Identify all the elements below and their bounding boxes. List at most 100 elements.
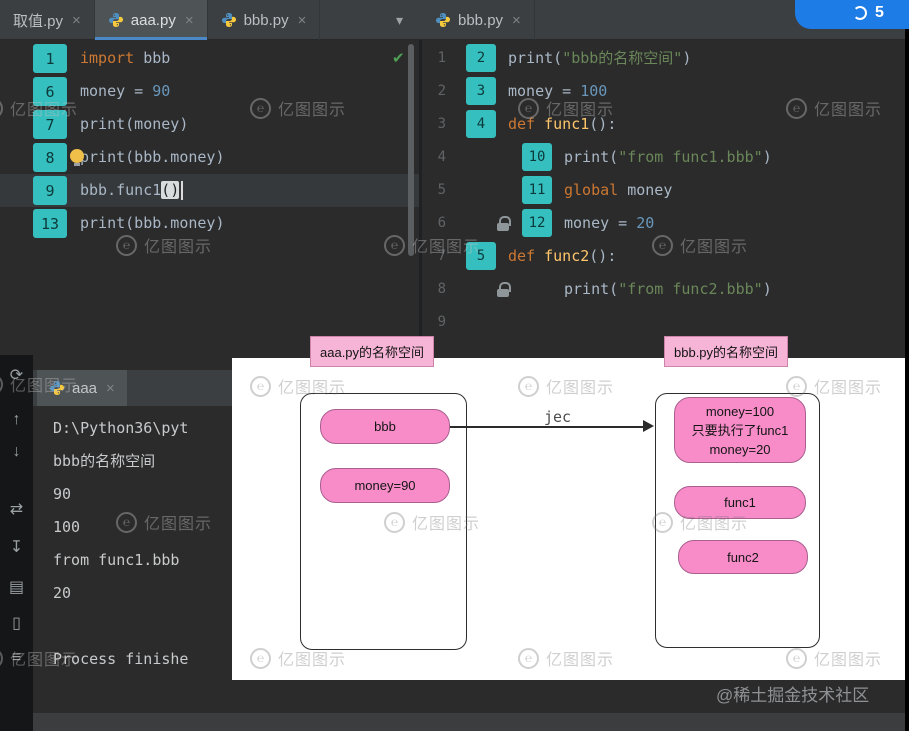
code-token: print(	[564, 280, 619, 298]
soft-wrap-icon[interactable]: ⇄	[0, 500, 33, 520]
code-line[interactable]: 2 3 money = 100	[422, 75, 905, 108]
execution-order-badge: 1	[33, 44, 67, 73]
line-number[interactable]: 8	[422, 273, 446, 306]
right-pane-tabs: bbb.py ×	[422, 0, 535, 40]
recorder-icon	[853, 6, 867, 20]
code-text: print("bbb的名称空间")	[508, 42, 691, 75]
code-line[interactable]: 1 import bbb ✔	[0, 42, 419, 75]
code-line[interactable]: 8 print("from func2.bbb")	[422, 273, 905, 306]
execution-order-badge: 13	[33, 209, 67, 238]
code-token: ():	[589, 247, 617, 265]
line-number[interactable]: 1	[422, 42, 446, 75]
execution-order-badge: 8	[33, 143, 67, 172]
code-token: )	[762, 148, 772, 166]
tab-close-icon[interactable]: ×	[185, 12, 194, 29]
node-text: func2	[727, 549, 759, 565]
code-token: ():	[589, 115, 617, 133]
line-number[interactable]: 6	[422, 207, 446, 240]
code-line[interactable]: 3 4 def func1():	[422, 108, 905, 141]
line-number[interactable]: 9	[422, 306, 446, 339]
code-line[interactable]: 7 5 def func2():	[422, 240, 905, 273]
editor-scrollbar[interactable]	[408, 44, 414, 256]
editor-tab[interactable]: bbb.py ×	[422, 0, 535, 40]
execution-order-badge: 12	[522, 209, 552, 237]
tab-close-icon[interactable]: ×	[512, 12, 521, 29]
node-func2: func2	[678, 540, 808, 574]
code-token: 100	[580, 82, 608, 100]
node-text: money=90	[354, 478, 416, 493]
recorder-count: 5	[875, 4, 884, 21]
code-text: print(bbb.money)	[80, 207, 225, 240]
code-token: money =	[80, 82, 153, 100]
tab-close-icon[interactable]: ×	[72, 12, 81, 29]
clear-icon[interactable]: ▯	[0, 614, 33, 634]
credit-text: @稀土掘金技术社区	[716, 686, 870, 705]
python-icon	[435, 12, 451, 28]
namespace-diagram: jec bbb money=90 money=100 只要执行了func1 money=…	[232, 358, 905, 680]
ide-window: 取值.py × aaa.py × bbb.py × ▾ bbb.py × 1 import b…	[0, 0, 909, 731]
execution-order-badge: 3	[466, 77, 496, 105]
code-line[interactable]: 8 print(bbb.money)	[0, 141, 419, 174]
code-line[interactable]: 9 bbb.func1()	[0, 174, 419, 207]
code-line[interactable]: 7 print(money)	[0, 108, 419, 141]
code-line[interactable]: 1 2 print("bbb的名称空间")	[422, 42, 905, 75]
connector-arrow	[450, 426, 644, 428]
editor-pane-bbb[interactable]: 1 2 print("bbb的名称空间") 2 3 money = 100 3 4 def fu…	[422, 40, 905, 355]
code-token: func1	[544, 115, 590, 133]
execution-order-badge: 11	[522, 176, 552, 204]
aaa-namespace-label: aaa.py的名称空间	[310, 336, 435, 367]
code-line[interactable]: 13 print(bbb.money)	[0, 207, 419, 240]
code-token: "from func1.bbb"	[618, 148, 763, 166]
tab-close-icon[interactable]: ×	[298, 12, 307, 29]
code-token: "bbb的名称空间"	[562, 49, 683, 67]
tab-close-icon[interactable]: ×	[106, 380, 115, 397]
line-number[interactable]: 5	[422, 174, 446, 207]
lock-icon	[497, 282, 511, 297]
node-text: bbb	[374, 419, 396, 434]
status-bar	[33, 713, 909, 731]
console-tab-aaa[interactable]: aaa ×	[37, 370, 127, 406]
node-func1: func1	[674, 486, 806, 519]
code-token: money =	[564, 214, 637, 232]
code-line[interactable]: 4 10 print("from func1.bbb")	[422, 141, 905, 174]
code-token: print(money)	[80, 115, 189, 133]
code-line[interactable]: 6 12 money = 20	[422, 207, 905, 240]
code-line[interactable]: 5 11 global money	[422, 174, 905, 207]
editor-tab[interactable]: aaa.py ×	[94, 0, 208, 40]
line-number[interactable]: 3	[422, 108, 446, 141]
code-text: global money	[564, 174, 672, 207]
code-token: money	[627, 181, 673, 199]
editor-pane-aaa[interactable]: 1 import bbb ✔ 6 money = 90 7 print(money) 8 pri…	[0, 40, 419, 355]
code-text: print("from func1.bbb")	[564, 141, 772, 174]
code-token: def	[508, 115, 545, 133]
editor-tab[interactable]: 取值.py ×	[0, 0, 95, 40]
code-token: bbb	[134, 49, 171, 67]
scroll-to-end-icon[interactable]: ↧	[0, 538, 33, 558]
code-text: money = 100	[508, 75, 607, 108]
code-token: )	[682, 49, 692, 67]
lock-icon	[497, 216, 511, 231]
line-number[interactable]: 4	[422, 141, 446, 174]
editor-tab[interactable]: bbb.py ×	[208, 0, 321, 40]
python-icon	[221, 12, 237, 28]
code-token: )	[762, 280, 772, 298]
line-number[interactable]: 2	[422, 75, 446, 108]
rerun-icon[interactable]: ⟳	[0, 366, 33, 386]
lightbulb-icon[interactable]	[70, 149, 84, 166]
connector-label: jec	[544, 408, 572, 426]
node-text: money=20	[709, 441, 771, 457]
execution-order-badge: 5	[466, 242, 496, 270]
code-line[interactable]: 9	[422, 306, 905, 339]
chevron-down-icon[interactable]: ▾	[396, 0, 403, 40]
print-icon[interactable]: ▤	[0, 578, 33, 598]
recorder-overlay-button[interactable]: 5	[795, 0, 909, 29]
execution-order-badge: 4	[466, 110, 496, 138]
editor-tab-bar: 取值.py × aaa.py × bbb.py × ▾ bbb.py ×	[0, 0, 909, 40]
settings-icon[interactable]: ≡	[0, 648, 33, 668]
text-caret	[181, 181, 184, 200]
code-line[interactable]: 6 money = 90	[0, 75, 419, 108]
line-number[interactable]: 7	[422, 240, 446, 273]
scroll-up-icon[interactable]: ↑	[0, 410, 33, 430]
code-text: print("from func2.bbb")	[564, 273, 772, 306]
scroll-down-icon[interactable]: ↓	[0, 442, 33, 462]
